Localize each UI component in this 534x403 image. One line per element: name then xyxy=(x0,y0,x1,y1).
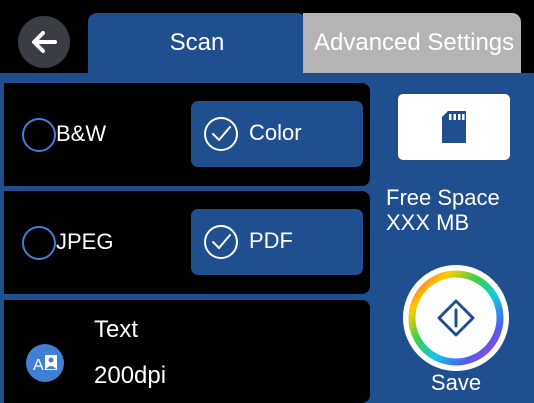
back-button[interactable] xyxy=(18,16,70,68)
jpeg-label: JPEG xyxy=(56,229,114,254)
document-type-icon: A xyxy=(26,344,64,382)
pdf-label: PDF xyxy=(249,228,293,253)
memory-card-icon xyxy=(442,111,466,143)
save-label: Save xyxy=(430,370,482,395)
start-diamond-icon xyxy=(403,265,509,371)
bw-option[interactable]: B&W xyxy=(4,83,184,186)
document-settings-row[interactable]: A Text 200dpi xyxy=(4,300,370,403)
arrow-left-icon xyxy=(32,31,57,53)
save-button[interactable] xyxy=(401,263,511,373)
document-type-label: Text xyxy=(94,316,139,343)
file-format-row: JPEG PDF xyxy=(4,191,370,294)
resolution-label: 200dpi xyxy=(94,362,167,389)
color-label: Color xyxy=(249,120,302,145)
color-mode-row: B&W Color xyxy=(4,83,370,186)
options-list: B&W Color JPEG PDF A Text 200dpi xyxy=(4,83,370,403)
bw-label: B&W xyxy=(56,121,107,146)
check-circle-icon xyxy=(204,225,238,259)
jpeg-option[interactable]: JPEG xyxy=(4,191,184,294)
pdf-option-button[interactable]: PDF xyxy=(191,209,363,275)
free-space-info: Free Space XXX MB xyxy=(386,185,526,235)
tab-advanced-settings-label: Advanced Settings xyxy=(314,29,515,56)
svg-text:A: A xyxy=(33,357,44,374)
free-space-value: XXX MB xyxy=(386,210,470,235)
free-space-label: Free Space xyxy=(386,185,500,210)
tab-advanced-settings[interactable]: Advanced Settings xyxy=(303,13,521,73)
color-option-button[interactable]: Color xyxy=(191,101,363,167)
scan-screen: Scan Advanced Settings B&W Color JPEG PD… xyxy=(0,0,534,403)
storage-card-button[interactable] xyxy=(398,94,510,160)
tab-scan[interactable]: Scan xyxy=(88,13,306,73)
bw-radio[interactable] xyxy=(22,118,56,152)
scan-settings-panel: B&W Color JPEG PDF A Text 200dpi Free Sp… xyxy=(0,73,534,403)
check-circle-icon xyxy=(204,117,238,151)
tab-scan-label: Scan xyxy=(169,29,225,56)
jpeg-radio[interactable] xyxy=(22,226,56,260)
